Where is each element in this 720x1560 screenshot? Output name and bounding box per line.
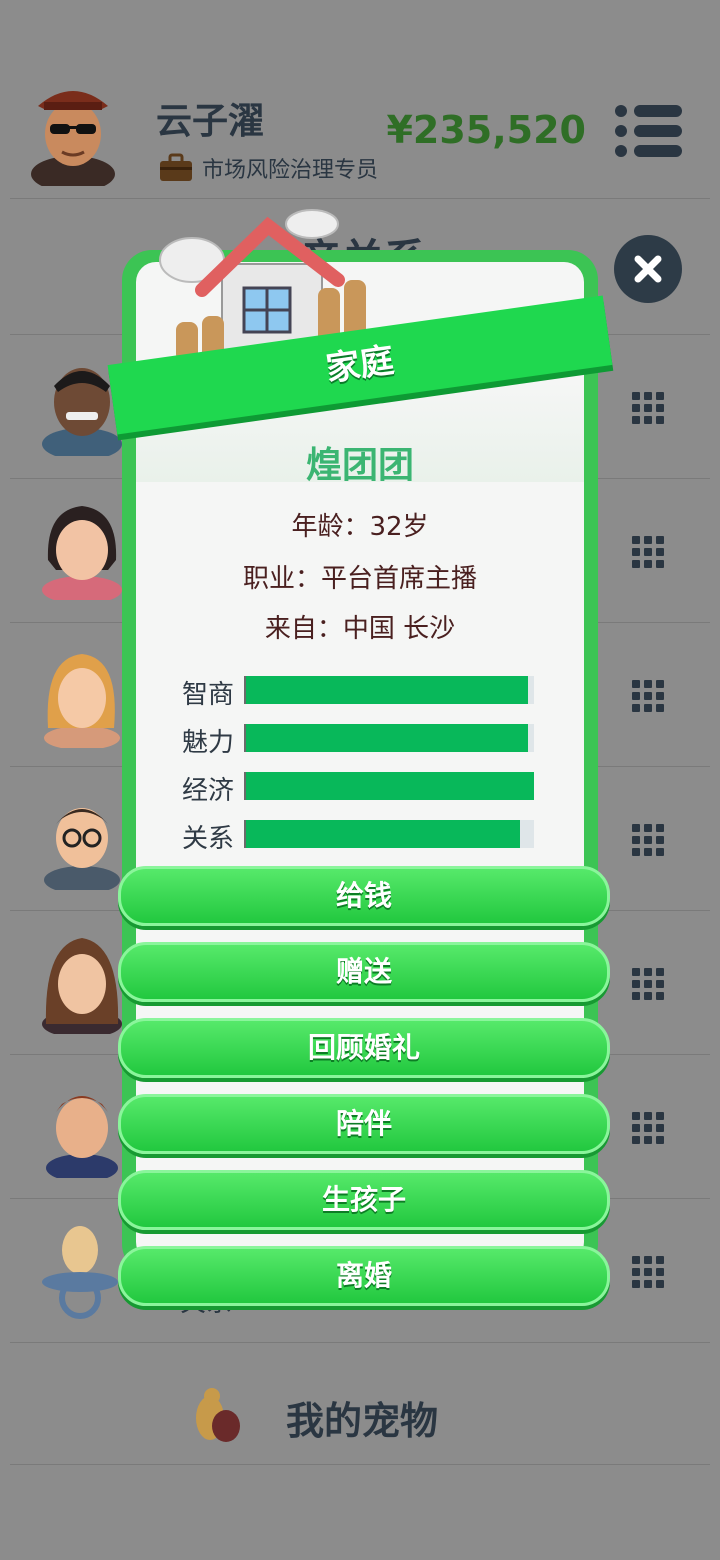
give-money-button[interactable]: 给钱 xyxy=(118,866,610,926)
list-item[interactable] xyxy=(40,1220,120,1320)
pacifier-icon xyxy=(42,1226,118,1319)
grid-icon[interactable] xyxy=(630,1254,666,1290)
pet-section-label[interactable]: 我的宠物 xyxy=(286,1390,438,1445)
gift-button[interactable]: 赠送 xyxy=(118,942,610,1002)
list-divider xyxy=(10,1464,710,1465)
stat-label-relation: 关系 xyxy=(182,824,235,854)
grid-icon[interactable] xyxy=(630,966,666,1002)
avatar xyxy=(46,1096,118,1182)
grid-icon[interactable] xyxy=(630,390,666,426)
list-item[interactable] xyxy=(42,790,122,894)
stat-bar-iq xyxy=(244,676,534,704)
avatar xyxy=(42,938,122,1038)
have-child-button[interactable]: 生孩子 xyxy=(118,1170,610,1230)
player-job: 市场风险治理专员 xyxy=(158,152,378,184)
header-divider xyxy=(10,198,710,199)
pet-icon xyxy=(190,1384,244,1444)
money-display: ¥235,520 xyxy=(386,108,586,152)
close-icon[interactable] xyxy=(614,235,682,303)
npc-job: 职业：平台首席主播 xyxy=(242,564,477,594)
review-wedding-button[interactable]: 回顾婚礼 xyxy=(118,1018,610,1078)
avatar xyxy=(44,808,120,894)
grid-icon[interactable] xyxy=(630,678,666,714)
list-item[interactable] xyxy=(40,648,124,750)
menu-icon[interactable] xyxy=(614,104,684,158)
list-item[interactable] xyxy=(44,1078,120,1182)
player-avatar[interactable] xyxy=(28,76,118,192)
npc-age: 年龄：32岁 xyxy=(291,512,429,542)
stat-bar-charm xyxy=(244,724,534,752)
list-item[interactable] xyxy=(38,500,126,604)
npc-from: 来自：中国 长沙 xyxy=(264,614,456,644)
stat-label-iq: 智商 xyxy=(182,680,235,710)
grid-icon[interactable] xyxy=(630,534,666,570)
avatar xyxy=(44,654,120,750)
list-divider xyxy=(10,1342,710,1343)
grid-icon[interactable] xyxy=(630,822,666,858)
npc-name: 煌团团 xyxy=(305,445,414,486)
divorce-button[interactable]: 离婚 xyxy=(118,1246,610,1306)
stat-label-economy: 经济 xyxy=(182,776,235,806)
accompany-button[interactable]: 陪伴 xyxy=(118,1094,610,1154)
stat-bar-relation xyxy=(244,820,534,848)
grid-icon[interactable] xyxy=(630,1110,666,1146)
stat-bar-economy xyxy=(244,772,534,800)
briefcase-icon xyxy=(160,153,192,181)
avatar xyxy=(42,506,122,604)
list-item[interactable] xyxy=(40,934,124,1038)
player-job-label: 市场风险治理专员 xyxy=(202,158,379,183)
player-name: 云子濯 xyxy=(156,101,265,142)
stat-label-charm: 魅力 xyxy=(182,728,235,758)
